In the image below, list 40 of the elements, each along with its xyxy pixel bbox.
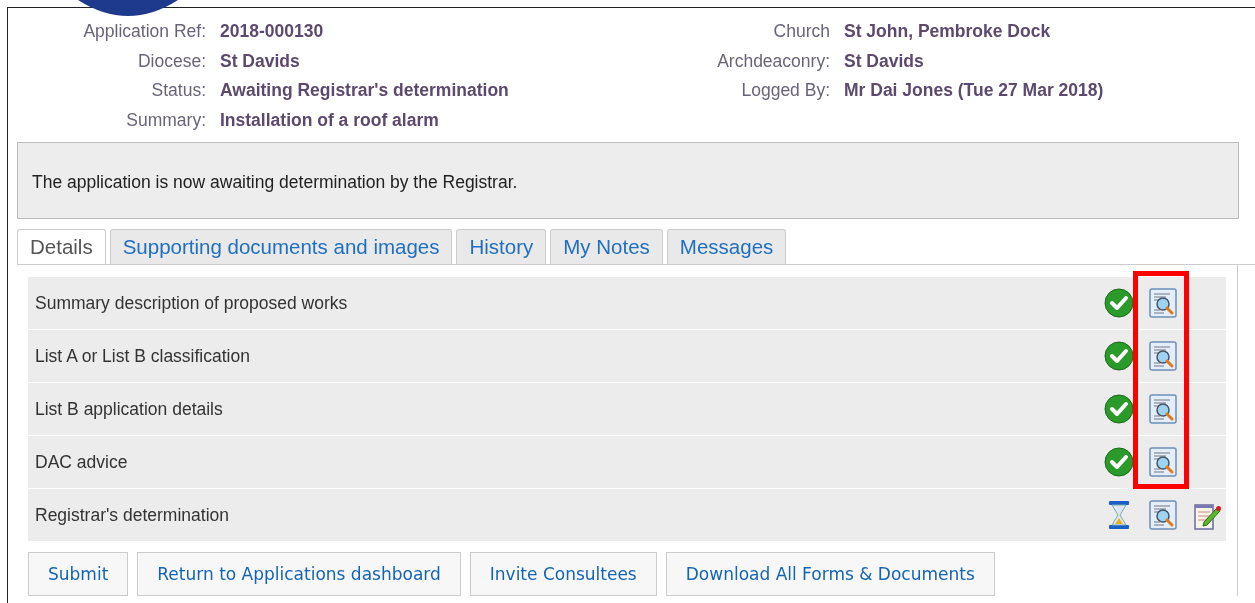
section-title: DAC advice [35,451,129,473]
hourglass-icon [1107,500,1131,531]
action-button[interactable]: Return to Applications dashboard [137,552,461,597]
view-document-icon[interactable] [1149,500,1177,531]
section-title: List A or List B classification [35,345,251,367]
view-document-icon[interactable] [1149,288,1177,319]
section-title: Summary description of proposed works [35,292,349,314]
view-document-icon[interactable] [1149,341,1177,372]
checkmark-icon [1104,341,1134,372]
view-document-icon[interactable] [1149,447,1177,478]
status-message: The application is now awaiting determination by the Registrar. [17,142,1239,220]
field-label: Diocese: [136,49,206,73]
field-label: Archdeaconry: [716,49,830,73]
tab[interactable]: Supporting documents and images [109,229,453,265]
field-label: Summary: [125,108,206,132]
section-title: List B application details [35,398,224,420]
action-button[interactable]: Submit [28,552,129,597]
section-title: Registrar's determination [35,504,230,526]
action-button[interactable]: Download All Forms & Documents [665,552,995,597]
tab[interactable]: Details [17,229,106,265]
field-label: Status: [150,79,206,103]
field-value: St Davids [220,49,301,73]
checkmark-icon [1104,394,1134,425]
field-label: Application Ref: [82,20,206,43]
field-label: Logged By: [740,79,830,103]
field-label: Church [772,20,830,43]
tab[interactable]: Messages [666,229,787,265]
emblem-icon [78,0,178,16]
field-value: St John, Pembroke Dock [844,20,1052,43]
field-value: Installation of a roof alarm [220,108,440,132]
action-button[interactable]: Invite Consultees [469,552,657,597]
tab[interactable]: My Notes [550,229,663,265]
field-value: Awaiting Registrar's determination [220,79,510,103]
tab[interactable]: History [456,229,547,265]
checkmark-icon [1104,447,1134,478]
checkmark-icon [1104,288,1134,319]
field-value: 2018-000130 [220,20,325,43]
view-document-icon[interactable] [1149,394,1177,425]
field-value: St Davids [844,49,925,73]
field-value: Mr Dai Jones (Tue 27 Mar 2018) [844,79,1105,103]
